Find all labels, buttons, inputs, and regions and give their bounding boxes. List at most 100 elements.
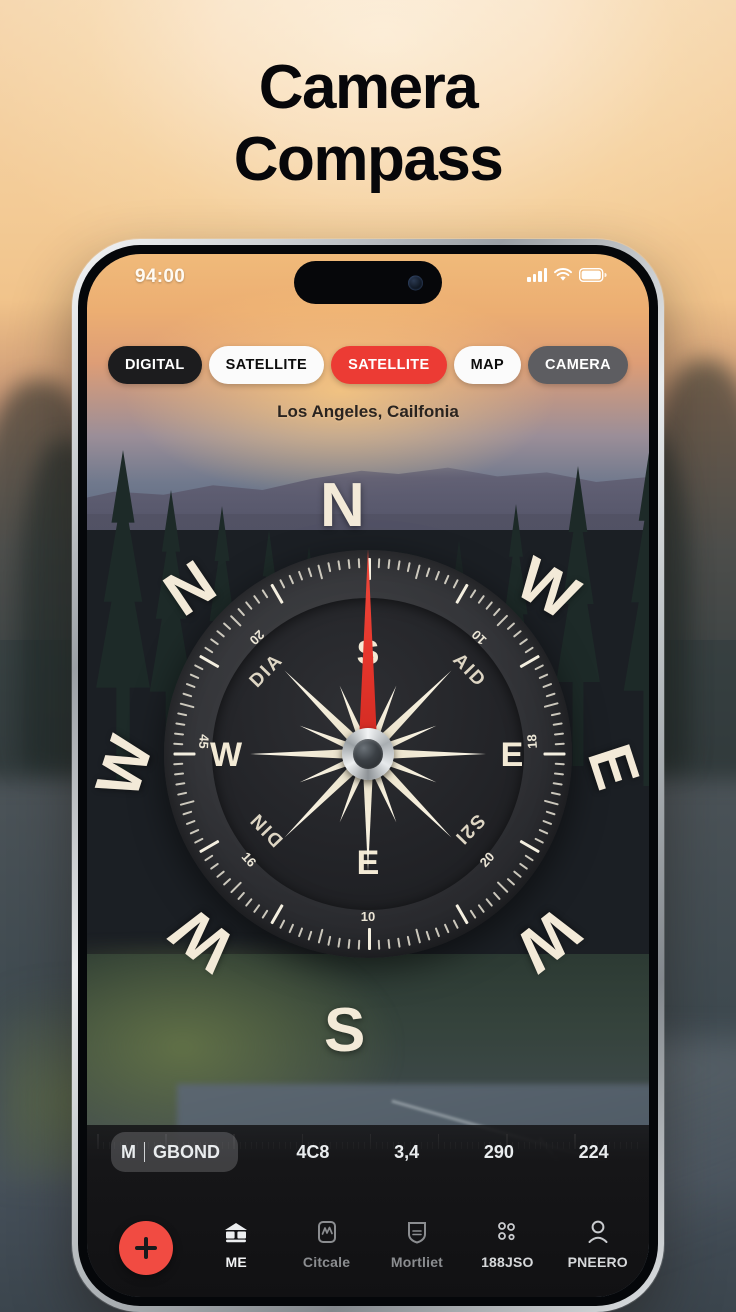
compass-tick: [237, 891, 246, 901]
tab-camera[interactable]: CAMERA: [528, 346, 629, 384]
compass-tick: [554, 762, 565, 766]
compass-tick: [189, 828, 200, 835]
compass-tick: [177, 791, 188, 796]
compass-tick: [477, 594, 486, 605]
band-label: GBOND: [153, 1141, 220, 1162]
compass-tick: [554, 742, 565, 746]
outer-cardinal-w: W: [87, 728, 167, 806]
outer-cardinal-sw: W: [158, 894, 248, 985]
compass-tick: [173, 742, 184, 746]
compass-tick: [425, 567, 431, 578]
compass-tick: [506, 877, 516, 886]
compass-tick: [175, 722, 186, 726]
tab-digital[interactable]: DIGITAL: [107, 346, 202, 384]
bottom-navigation[interactable]: ME Citcale Mortliet 188JSO PNEERO: [87, 1217, 649, 1275]
compass-tick: [179, 799, 195, 806]
compass-tick: [524, 854, 534, 862]
nav-item-188jso[interactable]: 188JSO: [463, 1217, 551, 1270]
status-bar-indicators: [527, 268, 607, 282]
outer-cardinal-se: W: [503, 894, 592, 985]
compass-tick: [279, 919, 286, 930]
inner-cardinal-right: E: [500, 736, 524, 774]
measurement-values-row: M GBOND 4C8 3,4 290 224: [87, 1131, 649, 1173]
unit-label: M: [121, 1141, 136, 1162]
compass-tick: [357, 939, 361, 950]
compass-tick: [173, 752, 196, 756]
nav-label-pneero: PNEERO: [567, 1254, 628, 1270]
compass-tick: [425, 930, 431, 941]
compass-tick: [512, 629, 522, 638]
compass-tick: [252, 903, 261, 914]
nav-item-pneero[interactable]: PNEERO: [554, 1217, 642, 1270]
outer-cardinal-e: E: [573, 736, 649, 798]
nav-item-mortliet[interactable]: Mortliet: [373, 1217, 461, 1270]
compass-tick: [538, 673, 549, 680]
compass-tick: [189, 673, 200, 680]
compass-tick: [173, 762, 184, 766]
compass-tick: [288, 574, 295, 585]
compass-tick: [492, 891, 501, 901]
compass-tick: [327, 935, 332, 946]
compass-tick: [477, 903, 486, 914]
compass-tick: [534, 664, 545, 671]
location-label: Los Angeles, Cailfonia: [277, 402, 459, 421]
compass-tick: [185, 819, 196, 826]
compass-tick: [357, 558, 361, 569]
nav-item-citcale[interactable]: Citcale: [283, 1217, 371, 1270]
tab-satellite-active[interactable]: SATELLITE: [331, 346, 447, 384]
compass-tick: [542, 682, 553, 689]
compass-tick: [545, 692, 556, 698]
dynamic-island: [294, 261, 442, 304]
compass-tick: [182, 810, 193, 816]
wifi-icon: [554, 268, 572, 282]
compass-tick: [406, 562, 411, 573]
compass-tick: [229, 881, 243, 894]
compass-tick: [261, 909, 269, 919]
nav-label-mortliet: Mortliet: [390, 1254, 444, 1270]
compass-hub-core: [353, 739, 383, 769]
compass-tick: [368, 928, 371, 950]
compass-tick: [496, 614, 509, 627]
tab-satellite[interactable]: SATELLITE: [208, 346, 325, 384]
ruler-value: 224: [578, 1141, 609, 1162]
compass-tick: [179, 702, 195, 709]
compass-tick: [542, 819, 553, 826]
nav-item-me[interactable]: ME: [192, 1217, 280, 1270]
add-button[interactable]: [119, 1221, 173, 1275]
profile-icon: [583, 1217, 613, 1247]
phone-screen: 94:00 DIGITAL SATELLITE SATELLITE MAP CA…: [87, 254, 649, 1297]
compass-tick: [543, 799, 559, 806]
shield-icon: [402, 1217, 432, 1247]
compass-tick: [455, 903, 469, 925]
compass-tick: [177, 712, 188, 717]
bottom-bar: M GBOND 4C8 3,4 290 224 ME Citcale Mortl…: [87, 1125, 649, 1297]
compass-tick: [175, 782, 186, 786]
compass-tick: [209, 862, 220, 871]
nav-label-citcale: Citcale: [302, 1254, 351, 1270]
compass-tick: [222, 622, 232, 631]
compass-tick: [222, 877, 232, 886]
compass-widget[interactable]: N W W E W W N S 20104518162010 S E E W D…: [87, 475, 649, 1062]
tab-map[interactable]: MAP: [453, 346, 522, 384]
status-bar: 94:00: [87, 254, 649, 308]
compass-tick: [377, 939, 381, 950]
compass-tick: [543, 702, 559, 709]
compass-dial[interactable]: 20104518162010 S E E W DIA AID DIN S2I: [164, 550, 572, 958]
compass-tick: [193, 837, 204, 844]
compass-tick: [414, 564, 422, 580]
compass-tick: [443, 923, 450, 934]
compass-tick: [553, 772, 565, 776]
compass-tick: [347, 558, 351, 570]
compass-tick: [455, 583, 469, 605]
unit-chip[interactable]: M GBOND: [111, 1132, 238, 1172]
compass-tick: [550, 712, 561, 717]
compass-tick: [209, 637, 220, 646]
compass-tick: [524, 646, 534, 654]
nav-item-list[interactable]: ME Citcale Mortliet 188JSO PNEERO: [173, 1217, 649, 1270]
mode-tab-bar[interactable]: DIGITAL SATELLITE SATELLITE MAP CAMERA: [87, 346, 649, 384]
ruler-value: 3,4: [394, 1141, 420, 1162]
compass-tick: [337, 560, 341, 571]
compass-tick: [545, 810, 556, 816]
compass-tick: [519, 839, 540, 854]
compass-tick: [485, 897, 494, 907]
